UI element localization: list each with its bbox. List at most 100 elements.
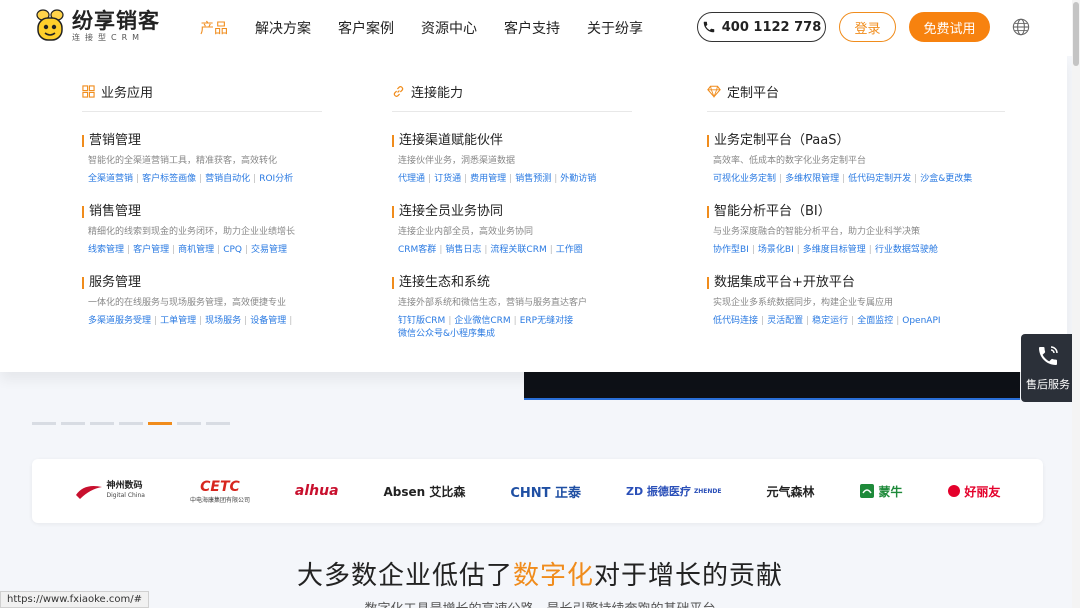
group-links: CRM客群 | 销售日志 | 流程关联CRM | 工作圈 — [398, 245, 583, 255]
link-item[interactable]: 销售预测 — [515, 174, 551, 184]
carousel-indicators — [32, 422, 235, 425]
group-title[interactable]: 销售管理 — [82, 203, 382, 221]
link-item[interactable]: 代理通 — [398, 174, 425, 184]
group-title[interactable]: 连接生态和系统 — [392, 274, 692, 292]
group-title[interactable]: 数据集成平台+开放平台 — [707, 274, 1007, 292]
brand-logo-absen: Absen 艾比森 — [383, 484, 466, 499]
carousel-dot[interactable] — [119, 422, 143, 425]
link-item[interactable]: 商机管理 — [178, 245, 214, 255]
nav-item-resources[interactable]: 资源中心 — [421, 18, 477, 38]
nav-item-solutions[interactable]: 解决方案 — [255, 18, 311, 38]
bee-logo-icon — [34, 9, 66, 43]
group-title[interactable]: 营销管理 — [82, 132, 382, 150]
nav-item-cases[interactable]: 客户案例 — [338, 18, 394, 38]
link-item[interactable]: 销售日志 — [445, 245, 481, 255]
link-item[interactable]: 协作型BI — [713, 245, 749, 255]
link-item[interactable]: CRM客群 — [398, 245, 436, 255]
link-item[interactable]: 客户管理 — [133, 245, 169, 255]
carousel-dot[interactable] — [61, 422, 85, 425]
grid-icon — [82, 85, 95, 98]
group-service: 服务管理 一体化的在线服务与现场服务管理，高效便捷专业 多渠道服务受理 | 工单管理… — [82, 274, 382, 328]
group-title[interactable]: 业务定制平台（PaaS） — [707, 132, 1007, 150]
link-item[interactable]: CPQ — [223, 245, 242, 255]
link-item[interactable]: ROI分析 — [259, 174, 293, 184]
link-item[interactable]: 场景化BI — [758, 245, 794, 255]
link-item[interactable]: ERP无缝对接 — [520, 316, 573, 326]
customer-logos-bar: 神州数码 Digital China CETC 中电海康集团有限公司 alhua… — [32, 459, 1043, 523]
group-desc: 一体化的在线服务与现场服务管理，高效便捷专业 — [88, 298, 287, 308]
brand-logo-dahua: alhua — [294, 483, 339, 499]
link-item[interactable]: 可视化业务定制 — [713, 174, 776, 184]
brand-logo-zhende: ZD 振德医疗 ZHENDE — [626, 485, 722, 498]
carousel-dot-active[interactable] — [148, 422, 172, 425]
group-data-integration: 数据集成平台+开放平台 实现企业多系统数据同步，构建企业专属应用 低代码连接 | 灵… — [707, 274, 1007, 328]
phone-icon — [703, 21, 714, 33]
link-item[interactable]: 多渠道服务受理 — [88, 316, 151, 326]
link-item[interactable]: 稳定运行 — [812, 316, 848, 326]
phone-button[interactable]: 400 1122 778 — [697, 12, 826, 42]
logo[interactable]: 纷享销客 连接型CRM — [34, 9, 160, 43]
group-links: 钉钉版CRM | 企业微信CRM | ERP无缝对接 微信公众号&小程序集成 — [398, 316, 574, 339]
scrollbar-thumb[interactable] — [1073, 2, 1079, 66]
group-links: 全渠道营销 | 客户标签画像 | 营销自动化 | ROI分析 — [88, 174, 294, 184]
group-desc: 连接外部系统和微信生态，营销与服务直达客户 — [398, 298, 588, 308]
carousel-dot[interactable] — [177, 422, 201, 425]
status-bar-url: https://www.fxiaoke.com/# — [0, 591, 149, 608]
link-item[interactable]: 企业微信CRM — [454, 316, 510, 326]
section-subline: 数字化工具是增长的高速公路，是长引擎持续奔跑的基础平台 — [0, 598, 1080, 608]
nav-item-products[interactable]: 产品 — [200, 18, 228, 38]
group-title[interactable]: 服务管理 — [82, 274, 382, 292]
link-item[interactable]: 微信公众号&小程序集成 — [398, 329, 495, 339]
link-item[interactable]: 多维权限管理 — [785, 174, 839, 184]
link-item[interactable]: 线索管理 — [88, 245, 124, 255]
group-links: 协作型BI | 场景化BI | 多维度目标管理 | 行业数据驾驶舱 — [713, 245, 938, 255]
column-heading: 连接能力 — [392, 82, 463, 101]
link-item[interactable]: 低代码连接 — [713, 316, 758, 326]
link-item[interactable]: 工作圈 — [556, 245, 583, 255]
link-item[interactable]: 现场服务 — [205, 316, 241, 326]
link-item[interactable]: 多维度目标管理 — [803, 245, 866, 255]
group-desc: 精细化的线索到现金的业务闭环，助力企业业绩增长 — [88, 227, 296, 237]
nav-item-about[interactable]: 关于纷享 — [587, 18, 643, 38]
group-title[interactable]: 智能分析平台（BI） — [707, 203, 1007, 221]
link-item[interactable]: 工单管理 — [160, 316, 196, 326]
link-item[interactable]: 交易管理 — [251, 245, 287, 255]
products-dropdown: 业务应用 营销管理 智能化的全渠道营销工具，精准获客，高效转化 全渠道营销 | 客户… — [0, 56, 1067, 372]
link-item[interactable]: OpenAPI — [902, 316, 940, 326]
group-paas: 业务定制平台（PaaS） 高效率、低成本的数字化业务定制平台 可视化业务定制 | 多… — [707, 132, 1007, 186]
link-item[interactable]: 流程关联CRM — [490, 245, 546, 255]
link-item[interactable]: 钉钉版CRM — [398, 316, 445, 326]
link-item[interactable]: 全面监控 — [857, 316, 893, 326]
link-item[interactable]: 设备管理 — [250, 316, 286, 326]
link-item[interactable]: 订货通 — [434, 174, 461, 184]
group-channel-partners: 连接渠道赋能伙伴 连接伙伴业务，洞悉渠道数据 代理通 | 订货通 | 费用管理 | 销售预测… — [392, 132, 692, 186]
free-trial-button[interactable]: 免费试用 — [909, 12, 990, 42]
link-item[interactable]: 外勤访销 — [560, 174, 596, 184]
column-heading: 业务应用 — [82, 82, 153, 101]
carousel-dot[interactable] — [206, 422, 230, 425]
after-sales-service-button[interactable]: 售后服务 — [1021, 334, 1075, 402]
link-item[interactable]: 营销自动化 — [205, 174, 250, 184]
link-item[interactable]: 行业数据驾驶舱 — [875, 245, 938, 255]
login-button[interactable]: 登录 — [839, 12, 896, 42]
link-item[interactable]: 客户标签画像 — [142, 174, 196, 184]
brand-logo-orion: 好丽友 — [947, 483, 1000, 500]
column-heading: 定制平台 — [707, 82, 779, 101]
link-item[interactable]: 低代码定制开发 — [848, 174, 911, 184]
link-item[interactable]: 全渠道营销 — [88, 174, 133, 184]
nav-item-support[interactable]: 客户支持 — [504, 18, 560, 38]
link-item[interactable]: 灵活配置 — [767, 316, 803, 326]
scrollbar[interactable] — [1072, 0, 1080, 608]
orion-icon — [948, 485, 961, 497]
group-desc: 与业务深度融合的智能分析平台，助力企业科学决策 — [713, 227, 921, 237]
carousel-dot[interactable] — [32, 422, 56, 425]
group-desc: 连接企业内部全员，高效业务协同 — [398, 227, 534, 237]
group-title[interactable]: 连接全员业务协同 — [392, 203, 692, 221]
group-title[interactable]: 连接渠道赋能伙伴 — [392, 132, 692, 150]
globe-icon[interactable] — [1012, 18, 1030, 36]
carousel-dot[interactable] — [90, 422, 114, 425]
link-item[interactable]: 费用管理 — [470, 174, 506, 184]
link-item[interactable]: 沙盒&更改集 — [920, 174, 972, 184]
hero-video[interactable] — [524, 372, 1020, 400]
section-headline: 大多数企业低估了数字化对于增长的贡献 — [296, 561, 784, 591]
